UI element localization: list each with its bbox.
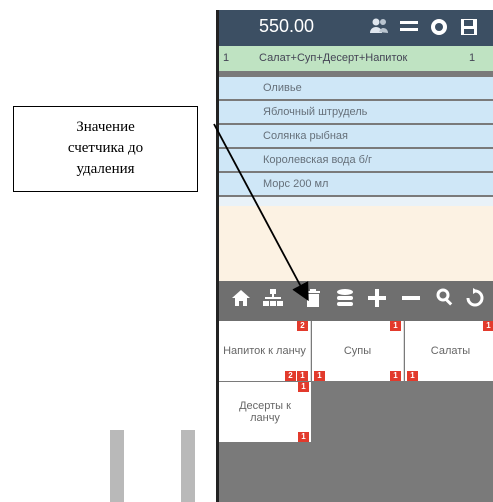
annotation-arrow [213, 123, 309, 302]
